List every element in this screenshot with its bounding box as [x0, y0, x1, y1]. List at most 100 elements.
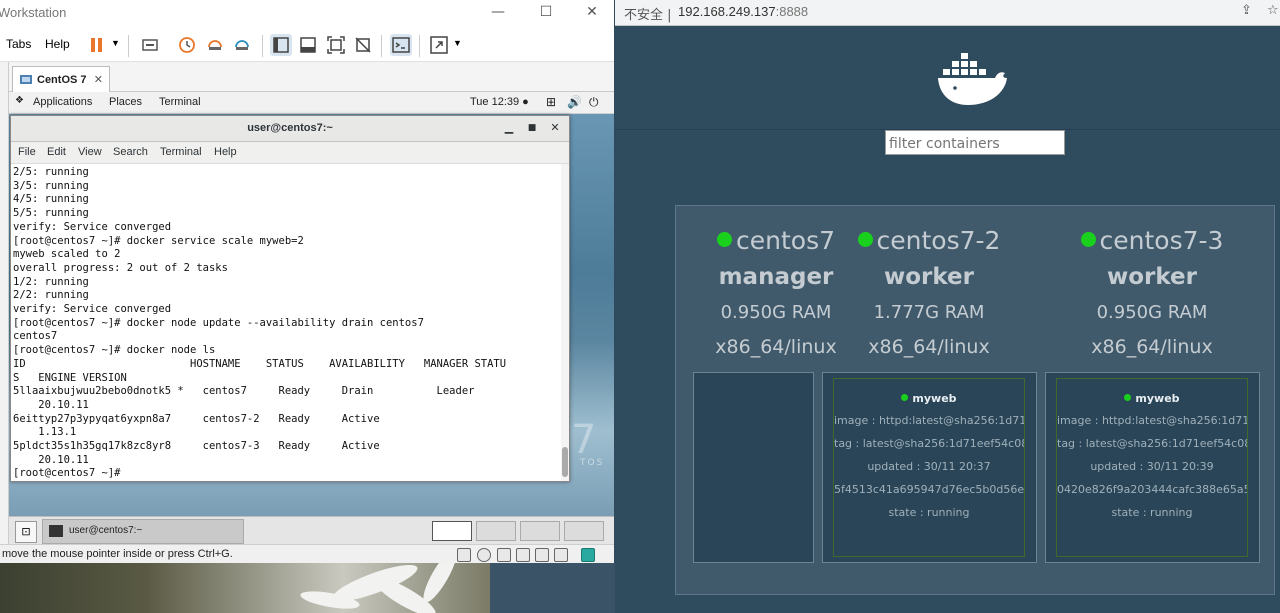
toolbar-divider: [262, 35, 263, 57]
terminal-menu-edit[interactable]: Edit: [47, 146, 66, 158]
stretch-dropdown-icon[interactable]: ▼: [453, 38, 462, 48]
thumbnail-view-button[interactable]: [297, 34, 319, 56]
usb-icon[interactable]: [516, 548, 530, 562]
console-view-button[interactable]: [390, 34, 412, 56]
vm-tab-centos7[interactable]: CentOS 7 ✕: [12, 66, 110, 94]
vm-tab-label: CentOS 7: [37, 74, 87, 86]
terminal-menu-search[interactable]: Search: [113, 146, 148, 158]
terminal-line: S ENGINE VERSION: [13, 371, 127, 384]
terminal-window: user@centos7:~ ▁ ■ ✕ File Edit View Sear…: [10, 115, 570, 482]
send-ctrl-alt-del-button[interactable]: [139, 34, 161, 56]
node-name: centos7-3: [1052, 226, 1252, 255]
snapshot-manager-button[interactable]: [231, 34, 253, 56]
terminal-scrollbar[interactable]: [561, 164, 569, 481]
terminal-line: ID HOSTNAME STATUS AVAILABILITY MANAGER …: [13, 357, 507, 370]
task-id: 5f4513c41a695947d76ec5b0d56e: [834, 483, 1025, 496]
menu-help[interactable]: Help: [45, 37, 70, 51]
share-icon[interactable]: ⇪: [1241, 3, 1252, 18]
stretch-guest-button[interactable]: [428, 34, 450, 56]
task-card-myweb[interactable]: myweb image : httpd:latest@sha256:1d71e …: [833, 378, 1025, 557]
fullscreen-button[interactable]: [325, 34, 347, 56]
close-button[interactable]: ✕: [580, 4, 604, 20]
node-tasks-box: myweb image : httpd:latest@sha256:1d71e …: [822, 372, 1037, 563]
snapshot-button[interactable]: [176, 34, 198, 56]
sidebar-icon: [273, 37, 289, 53]
toolbar-divider: [381, 35, 382, 57]
url-text[interactable]: 192.168.249.137:8888: [678, 4, 808, 19]
places-menu[interactable]: Places: [109, 96, 142, 108]
minimize-button[interactable]: —: [486, 4, 510, 20]
terminal-close-button[interactable]: ✕: [547, 121, 563, 134]
task-name: myweb: [834, 392, 1024, 405]
applications-menu[interactable]: Applications: [33, 96, 92, 108]
workspace-1[interactable]: [432, 521, 472, 541]
snapshot-manager-icon: [235, 40, 249, 50]
cluster-panel: centos7 manager 0.950G RAM x86_64/linux …: [675, 205, 1275, 595]
library-view-button[interactable]: [270, 34, 292, 56]
terminal-line: 1/2: running: [13, 275, 89, 288]
terminal-menu-file[interactable]: File: [18, 146, 36, 158]
scrollbar-thumb[interactable]: [562, 447, 568, 477]
vmware-window: Workstation — ☐ ✕ Tabs Help ▼ ▼ CentOS 7…: [0, 0, 614, 563]
volume-icon[interactable]: 🔊: [567, 95, 582, 109]
revert-snapshot-button[interactable]: [204, 34, 226, 56]
url-host: 192.168.249.137: [678, 4, 776, 19]
node-status-dot: [1080, 232, 1096, 247]
terminal-menu-view[interactable]: View: [78, 146, 102, 158]
applications-icon: ❖: [15, 95, 24, 106]
window-title: Workstation: [0, 5, 67, 20]
terminal-line: 2/5: running: [13, 166, 89, 178]
cd-icon[interactable]: [477, 548, 491, 562]
terminal-line: 5llaaixbujwuu2bebo0dnotk5 * centos7 Read…: [13, 385, 475, 398]
task-name: myweb: [1057, 392, 1247, 405]
network-adapter-icon[interactable]: [497, 548, 511, 562]
unity-button[interactable]: [352, 34, 374, 56]
terminal-menu-help[interactable]: Help: [214, 146, 237, 158]
terminal-maximize-button[interactable]: ■: [524, 123, 540, 133]
revert-icon: [208, 40, 222, 50]
show-desktop-button[interactable]: ⊡: [15, 521, 37, 543]
menu-tabs[interactable]: Tabs: [6, 37, 31, 51]
pause-dropdown-icon[interactable]: ▼: [111, 38, 120, 48]
terminal-line: 20.10.11: [38, 398, 89, 411]
task-tag: tag : latest@sha256:1d71eef54c084: [1057, 437, 1248, 450]
workspace-3[interactable]: [520, 521, 560, 541]
workspace-2[interactable]: [476, 521, 516, 541]
terminal-menu-terminal[interactable]: Terminal: [160, 146, 202, 158]
display-icon[interactable]: [554, 548, 568, 562]
visualizer-header: [615, 26, 1280, 130]
terminal-minimize-button[interactable]: ▁: [501, 121, 517, 134]
bookmark-star-icon[interactable]: ☆: [1267, 3, 1279, 18]
maximize-button[interactable]: ☐: [534, 4, 558, 20]
pause-button[interactable]: [86, 34, 108, 56]
hard-disk-icon[interactable]: [457, 548, 471, 562]
centos-wallpaper-logo: 7: [571, 417, 597, 463]
terminal-app-menu[interactable]: Terminal: [159, 96, 201, 108]
close-tab-icon[interactable]: ✕: [94, 73, 103, 86]
node-status-dot: [717, 232, 732, 247]
node-name-text: centos7: [736, 226, 835, 255]
terminal-output[interactable]: 2/5: running 3/5: running 4/5: running 5…: [11, 164, 561, 481]
terminal-line: [root@centos7 ~]# docker service scale m…: [13, 234, 304, 247]
address-bar[interactable]: 不安全 | 192.168.249.137:8888 ⇪ ☆: [615, 0, 1280, 26]
task-state: state : running: [888, 506, 970, 519]
terminal-titlebar: user@centos7:~ ▁ ■ ✕: [11, 116, 569, 142]
task-card-myweb[interactable]: myweb image : httpd:latest@sha256:1d71e …: [1056, 378, 1248, 557]
filter-containers-input[interactable]: [885, 130, 1065, 155]
network-icon[interactable]: ⊞: [546, 95, 556, 109]
clock[interactable]: Tue 12:39 ●: [470, 96, 529, 108]
terminal-line: myweb scaled to 2: [13, 248, 121, 261]
workspace-4[interactable]: [564, 521, 604, 541]
power-icon[interactable]: ⏻: [589, 95, 599, 110]
terminal-line: 1.13.1: [38, 426, 77, 439]
not-secure-label[interactable]: 不安全 |: [624, 4, 672, 23]
thumbnail-icon: [300, 37, 316, 53]
sound-icon[interactable]: [535, 548, 549, 562]
guest-screen[interactable]: ❖ Applications Places Terminal Tue 12:39…: [9, 92, 614, 544]
library-collapsed-strip[interactable]: [0, 62, 9, 544]
taskbar-terminal-entry[interactable]: user@centos7:~: [42, 519, 244, 544]
task-status-dot: [901, 394, 909, 401]
message-icon[interactable]: [581, 548, 595, 562]
task-image: image : httpd:latest@sha256:1d71e: [1057, 414, 1248, 427]
terminal-line: 5pldct35s1h35gq17k8zc8yr8 centos7-3 Read…: [13, 440, 380, 453]
